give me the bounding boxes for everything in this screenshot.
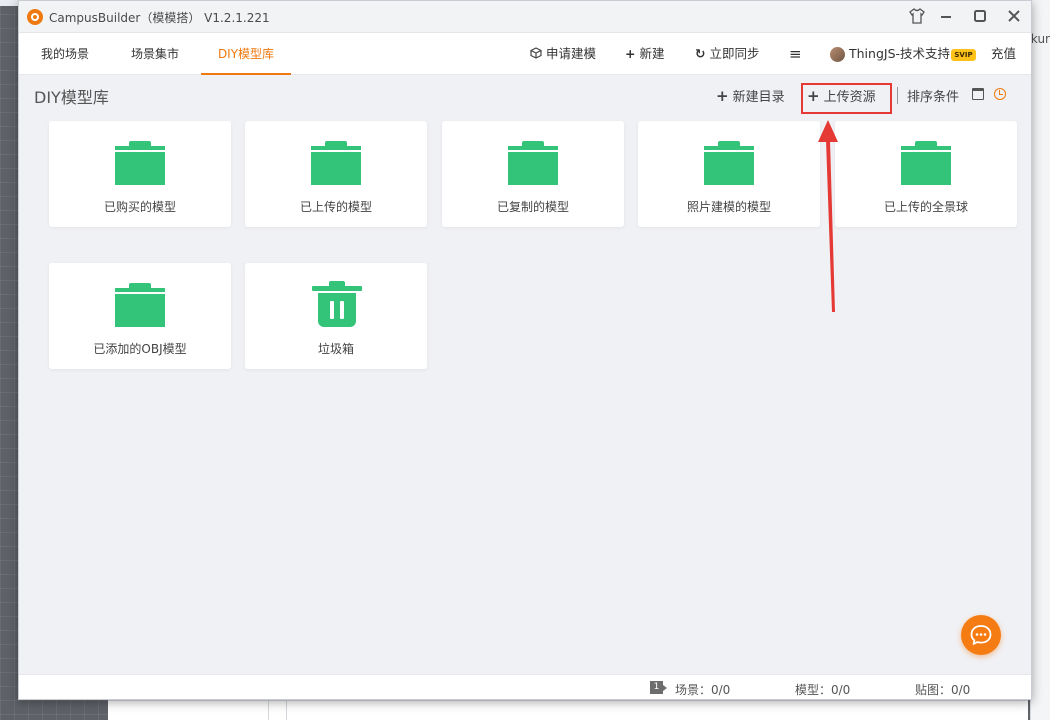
folder-card-panorama[interactable]: 已上传的全景球 [835,121,1017,227]
folder-label: 已购买的模型 [103,200,176,214]
folder-card-uploaded[interactable]: 已上传的模型 [245,121,427,227]
avatar[interactable] [830,47,845,62]
new-folder-button[interactable]: + 新建目录 [716,86,785,105]
tab-scene-market[interactable]: 场景集市 [115,33,195,75]
folder-card-copied[interactable]: 已复制的模型 [442,121,624,227]
sort-conditions-button[interactable]: 排序条件 [907,86,959,105]
folder-icon [704,141,754,185]
folder-label: 已复制的模型 [496,200,569,214]
folder-card-obj-models[interactable]: 已添加的OBJ模型 [49,263,231,369]
maximize-icon[interactable] [970,7,990,27]
page-badge[interactable]: 1 [650,681,667,694]
scene-count: 场景：0/0 [675,683,731,697]
trash-icon [312,281,362,329]
folder-icon [115,283,165,327]
divider [268,701,269,720]
model-count: 模型：0/0 [795,683,851,697]
title-bar[interactable]: CampusBuilder（模模搭） V1.2.1.221 [19,1,1031,33]
app-window: CampusBuilder（模模搭） V1.2.1.221 我的场景 场景集市 … [18,0,1032,700]
app-logo-icon [27,9,43,25]
folder-icon [311,141,361,185]
hamburger-icon[interactable]: ≡ [789,33,802,75]
folder-icon [115,141,165,185]
apply-modeling-label: 申请建模 [546,46,597,61]
chat-icon [970,625,992,645]
new-label: 新建 [639,46,665,61]
plus-icon: + [716,87,729,105]
cube-icon [530,33,542,75]
main-nav: 我的场景 场景集市 DIY模型库 申请建模 + 新建 ↻ 立即同步 ≡ ThingJ… [19,33,1031,75]
close-icon[interactable] [1004,7,1024,27]
folder-card-photo-modeling[interactable]: 照片建模的模型 [638,121,820,227]
folder-card-purchased[interactable]: 已购买的模型 [49,121,231,227]
page-title: DIY模型库 [34,88,109,107]
user-name[interactable]: ThingJS-技术支持 [849,33,950,75]
folder-label: 已上传的模型 [299,200,372,214]
tab-my-scenes[interactable]: 我的场景 [25,33,105,75]
new-folder-label: 新建目录 [732,90,785,105]
vip-badge: SVIP [951,49,976,61]
apply-modeling-button[interactable]: 申请建模 [530,33,596,75]
status-bar: 1 场景：0/0 模型：0/0 贴图：0/0 [19,674,1031,699]
sync-button[interactable]: ↻ 立即同步 [695,33,760,75]
tab-diy-model-library[interactable]: DIY模型库 [201,33,291,75]
toolbar-divider [897,87,898,104]
plus-icon: + [625,46,636,61]
background-bottom-panel [108,700,1028,720]
folder-icon [901,141,951,185]
window-title: CampusBuilder（模模搭） V1.2.1.221 [49,11,270,25]
folder-label: 垃圾箱 [317,342,354,356]
sync-label: 立即同步 [709,46,760,61]
shirt-icon[interactable] [907,7,927,27]
clock-icon[interactable] [994,88,1006,100]
chat-button[interactable] [961,615,1001,655]
folder-card-trash[interactable]: 垃圾箱 [245,263,427,369]
folder-label: 已添加的OBJ模型 [93,342,187,356]
refresh-icon: ↻ [695,46,706,61]
folder-label: 照片建模的模型 [686,200,771,214]
new-button[interactable]: + 新建 [625,33,665,75]
texture-count: 贴图：0/0 [915,683,971,697]
folder-label: 已上传的全景球 [883,200,968,214]
divider [286,701,287,720]
minimize-icon[interactable] [936,7,956,27]
recharge-link[interactable]: 充值 [991,33,1016,75]
background-window-right: kur [1030,0,1050,720]
calendar-icon[interactable] [972,88,984,100]
annotation-highlight-box [801,83,892,114]
folder-icon [508,141,558,185]
